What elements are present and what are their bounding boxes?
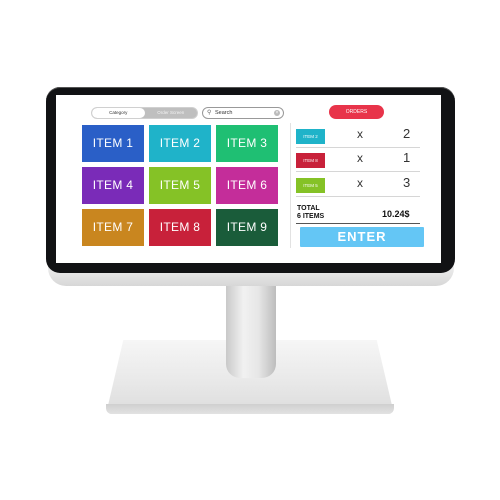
order-quantity: 1: [403, 150, 411, 165]
item-tile[interactable]: ITEM 2: [149, 125, 211, 162]
multiply-sign: x: [357, 127, 363, 141]
items-count: 6 ITEMS: [297, 213, 325, 220]
total-label: TOTAL: [297, 205, 320, 212]
category-tab[interactable]: Category: [92, 108, 145, 118]
item-tile[interactable]: ITEM 5: [149, 167, 211, 204]
row-divider: [296, 147, 420, 148]
total-value: 10.24$: [382, 209, 410, 219]
search-placeholder: Search: [215, 110, 233, 116]
pos-stand-base-edge: [106, 404, 394, 414]
item-tile[interactable]: ITEM 6: [216, 167, 278, 204]
pos-screen: Category Order Screen ⚲ Search × ORDERS …: [56, 95, 441, 263]
panel-divider: [290, 123, 291, 248]
item-tile[interactable]: ITEM 9: [216, 209, 278, 246]
item-tile[interactable]: ITEM 8: [149, 209, 211, 246]
search-input[interactable]: ⚲ Search ×: [202, 107, 284, 119]
order-item-chip: ITEM 2: [296, 129, 325, 144]
order-quantity: 3: [403, 175, 411, 190]
row-divider: [296, 196, 420, 197]
total-block: TOTAL 6 ITEMS: [297, 205, 324, 221]
order-row[interactable]: ITEM 8 x 1: [296, 149, 420, 172]
item-tile[interactable]: ITEM 4: [82, 167, 144, 204]
order-quantity: 2: [403, 126, 411, 141]
order-row[interactable]: ITEM 5 x 3: [296, 174, 420, 197]
item-tile[interactable]: ITEM 7: [82, 209, 144, 246]
pos-stand-pole: [226, 278, 276, 378]
search-icon: ⚲: [207, 110, 212, 116]
orders-button[interactable]: ORDERS: [329, 105, 384, 119]
multiply-sign: x: [357, 176, 363, 190]
order-screen-tab[interactable]: Order Screen: [145, 108, 198, 118]
item-tile[interactable]: ITEM 3: [216, 125, 278, 162]
order-row[interactable]: ITEM 2 x 2: [296, 125, 420, 148]
total-divider: [296, 223, 420, 224]
order-item-chip: ITEM 5: [296, 178, 325, 193]
row-divider: [296, 171, 420, 172]
item-tile[interactable]: ITEM 1: [82, 125, 144, 162]
category-toggle[interactable]: Category Order Screen: [91, 107, 198, 119]
order-item-chip: ITEM 8: [296, 153, 325, 168]
clear-icon[interactable]: ×: [274, 110, 280, 116]
enter-button[interactable]: ENTER: [300, 227, 424, 247]
multiply-sign: x: [357, 151, 363, 165]
